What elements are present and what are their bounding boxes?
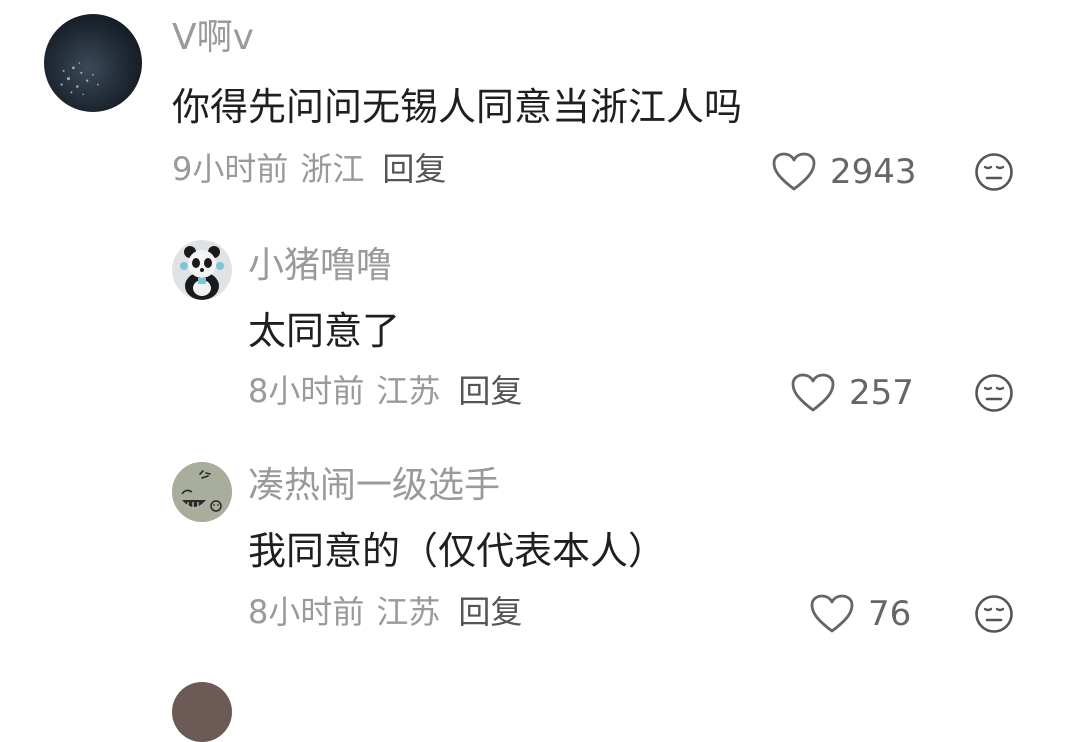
dislike-button[interactable]	[974, 373, 1014, 413]
reply-button[interactable]: 回复	[382, 153, 446, 185]
comment-time: 8小时前	[248, 593, 365, 631]
username[interactable]: V啊v	[172, 20, 254, 56]
like-count: 76	[868, 594, 912, 634]
comment-text: 你得先问问无锡人同意当浙江人吗	[172, 85, 743, 129]
comment-text: 我同意的（仅代表本人）	[248, 529, 667, 573]
comment-meta: 9小时前 浙江 回复	[172, 153, 446, 185]
heart-icon	[791, 373, 835, 413]
username[interactable]: 小猪噜噜	[248, 248, 392, 284]
unamused-face-icon	[975, 374, 1013, 412]
unamused-face-icon	[975, 153, 1013, 191]
comment-text: 太同意了	[248, 309, 401, 353]
water-photo-avatar-image	[44, 14, 142, 112]
comment-time: 9小时前	[172, 150, 289, 188]
dislike-button[interactable]	[974, 594, 1014, 634]
avatar[interactable]	[44, 14, 142, 112]
drawing-avatar-image	[172, 462, 232, 522]
username[interactable]: 凑热闹一级选手	[248, 468, 500, 504]
like-count: 2943	[830, 152, 917, 192]
comment-item: V啊v 你得先问问无锡人同意当浙江人吗 9小时前 浙江 回复 2943	[0, 0, 1080, 210]
reply-button[interactable]: 回复	[458, 596, 522, 628]
avatar[interactable]	[172, 240, 232, 300]
like-button[interactable]: 76	[810, 594, 911, 634]
avatar[interactable]	[172, 682, 232, 742]
reply-item: 小猪噜噜 太同意了 8小时前 江苏 回复 257	[0, 230, 1080, 440]
comment-meta: 8小时前 江苏 回复	[248, 375, 522, 407]
like-button[interactable]: 2943	[772, 152, 917, 192]
like-button[interactable]: 257	[791, 373, 914, 413]
reply-button[interactable]: 回复	[458, 375, 522, 407]
comment-location: 江苏	[376, 593, 441, 631]
comment-time: 8小时前	[248, 372, 365, 410]
heart-icon	[772, 152, 816, 192]
dislike-button[interactable]	[974, 152, 1014, 192]
panda-avatar-image	[172, 240, 232, 300]
comment-meta: 8小时前 江苏 回复	[248, 596, 522, 628]
comment-location: 江苏	[376, 372, 441, 410]
unamused-face-icon	[975, 595, 1013, 633]
comment-location: 浙江	[300, 150, 365, 188]
heart-icon	[810, 594, 854, 634]
reply-item: 凑热闹一级选手 我同意的（仅代表本人） 8小时前 江苏 回复 76	[0, 452, 1080, 662]
like-count: 257	[849, 373, 914, 413]
avatar[interactable]	[172, 462, 232, 522]
